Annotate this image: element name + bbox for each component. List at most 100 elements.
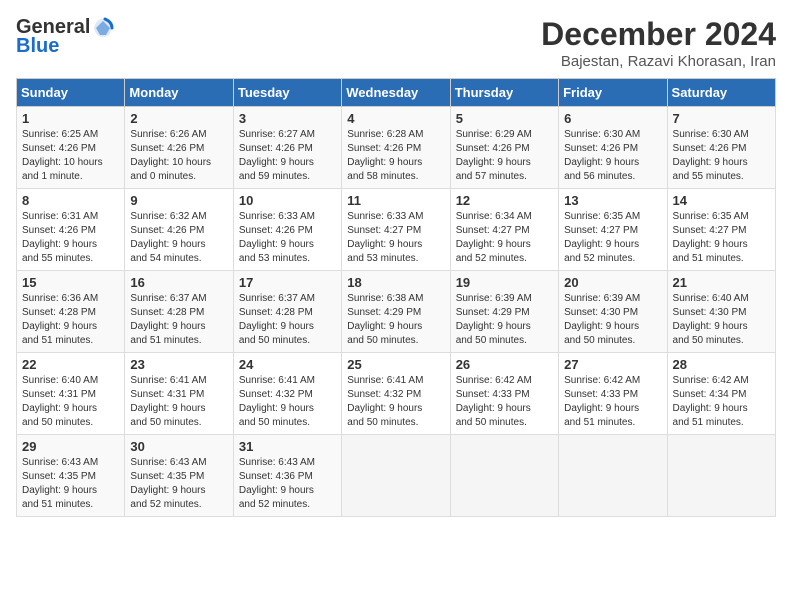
calendar-day-cell: 14 Sunrise: 6:35 AMSunset: 4:27 PMDayligh…	[667, 189, 775, 271]
calendar-week-row: 15 Sunrise: 6:36 AMSunset: 4:28 PMDayligh…	[17, 271, 776, 353]
day-info: Sunrise: 6:40 AMSunset: 4:30 PMDaylight:…	[673, 292, 770, 348]
calendar-day-cell: 17 Sunrise: 6:37 AMSunset: 4:28 PMDayligh…	[233, 271, 341, 353]
day-info: Sunrise: 6:41 AMSunset: 4:31 PMDaylight:…	[130, 374, 227, 430]
day-info: Sunrise: 6:43 AMSunset: 4:36 PMDaylight:…	[239, 456, 336, 512]
day-number: 8	[22, 193, 119, 208]
calendar-day-cell: 20Sunrise: 6:39 AMSunset: 4:30 PMDayligh…	[559, 271, 667, 353]
calendar-day-cell: 23 Sunrise: 6:41 AMSunset: 4:31 PMDayligh…	[125, 353, 233, 435]
day-info: Sunrise: 6:31 AMSunset: 4:26 PMDaylight:…	[22, 210, 119, 266]
day-info: Sunrise: 6:26 AMSunset: 4:26 PMDaylight:…	[130, 128, 227, 184]
day-info: Sunrise: 6:28 AMSunset: 4:26 PMDaylight:…	[347, 128, 444, 184]
day-number: 28	[673, 357, 770, 372]
day-info: Sunrise: 6:41 AMSunset: 4:32 PMDaylight:…	[347, 374, 444, 430]
day-number: 29	[22, 439, 119, 454]
day-number: 7	[673, 111, 770, 126]
day-info: Sunrise: 6:41 AMSunset: 4:32 PMDaylight:…	[239, 374, 336, 430]
day-number: 21	[673, 275, 770, 290]
day-info: Sunrise: 6:38 AMSunset: 4:29 PMDaylight:…	[347, 292, 444, 348]
day-of-week-header: Tuesday	[233, 79, 341, 107]
location-subtitle: Bajestan, Razavi Khorasan, Iran	[541, 53, 776, 70]
day-number: 5	[456, 111, 553, 126]
day-of-week-header: Thursday	[450, 79, 558, 107]
calendar-day-cell	[342, 435, 450, 517]
day-number: 25	[347, 357, 444, 372]
calendar-day-cell: 18 Sunrise: 6:38 AMSunset: 4:29 PMDayligh…	[342, 271, 450, 353]
calendar-day-cell	[450, 435, 558, 517]
calendar-day-cell: 2 Sunrise: 6:26 AMSunset: 4:26 PMDaylight…	[125, 107, 233, 189]
day-info: Sunrise: 6:42 AMSunset: 4:34 PMDaylight:…	[673, 374, 770, 430]
day-of-week-header: Saturday	[667, 79, 775, 107]
day-info: Sunrise: 6:25 AMSunset: 4:26 PMDaylight:…	[22, 128, 119, 184]
day-number: 15	[22, 275, 119, 290]
calendar-day-cell: 25 Sunrise: 6:41 AMSunset: 4:32 PMDayligh…	[342, 353, 450, 435]
day-number: 16	[130, 275, 227, 290]
day-number: 11	[347, 193, 444, 208]
calendar-header-row: SundayMondayTuesdayWednesdayThursdayFrid…	[17, 79, 776, 107]
day-number: 27	[564, 357, 661, 372]
calendar-day-cell: 6 Sunrise: 6:30 AMSunset: 4:26 PMDaylight…	[559, 107, 667, 189]
calendar-day-cell: 19Sunrise: 6:39 AMSunset: 4:29 PMDayligh…	[450, 271, 558, 353]
day-number: 10	[239, 193, 336, 208]
calendar-table: SundayMondayTuesdayWednesdayThursdayFrid…	[16, 78, 776, 517]
day-info: Sunrise: 6:30 AMSunset: 4:26 PMDaylight:…	[564, 128, 661, 184]
day-info: Sunrise: 6:37 AMSunset: 4:28 PMDaylight:…	[239, 292, 336, 348]
calendar-week-row: 1 Sunrise: 6:25 AMSunset: 4:26 PMDaylight…	[17, 107, 776, 189]
day-info: Sunrise: 6:33 AMSunset: 4:26 PMDaylight:…	[239, 210, 336, 266]
calendar-day-cell: 24Sunrise: 6:41 AMSunset: 4:32 PMDayligh…	[233, 353, 341, 435]
day-info: Sunrise: 6:32 AMSunset: 4:26 PMDaylight:…	[130, 210, 227, 266]
day-number: 3	[239, 111, 336, 126]
logo-icon	[92, 17, 114, 39]
day-info: Sunrise: 6:30 AMSunset: 4:26 PMDaylight:…	[673, 128, 770, 184]
calendar-day-cell: 1 Sunrise: 6:25 AMSunset: 4:26 PMDaylight…	[17, 107, 125, 189]
day-number: 31	[239, 439, 336, 454]
day-number: 17	[239, 275, 336, 290]
calendar-week-row: 8 Sunrise: 6:31 AMSunset: 4:26 PMDaylight…	[17, 189, 776, 271]
calendar-day-cell: 10 Sunrise: 6:33 AMSunset: 4:26 PMDayligh…	[233, 189, 341, 271]
month-title: December 2024	[541, 16, 776, 53]
calendar-day-cell: 7 Sunrise: 6:30 AMSunset: 4:26 PMDaylight…	[667, 107, 775, 189]
calendar-day-cell: 13Sunrise: 6:35 AMSunset: 4:27 PMDayligh…	[559, 189, 667, 271]
logo-blue: Blue	[16, 35, 59, 58]
day-number: 9	[130, 193, 227, 208]
day-number: 2	[130, 111, 227, 126]
calendar-week-row: 29 Sunrise: 6:43 AMSunset: 4:35 PMDayligh…	[17, 435, 776, 517]
calendar-day-cell: 15 Sunrise: 6:36 AMSunset: 4:28 PMDayligh…	[17, 271, 125, 353]
calendar-day-cell: 27 Sunrise: 6:42 AMSunset: 4:33 PMDayligh…	[559, 353, 667, 435]
day-number: 12	[456, 193, 553, 208]
day-info: Sunrise: 6:36 AMSunset: 4:28 PMDaylight:…	[22, 292, 119, 348]
calendar-day-cell: 4Sunrise: 6:28 AMSunset: 4:26 PMDaylight…	[342, 107, 450, 189]
calendar-week-row: 22Sunrise: 6:40 AMSunset: 4:31 PMDayligh…	[17, 353, 776, 435]
title-block: December 2024 Bajestan, Razavi Khorasan,…	[541, 16, 776, 70]
calendar-day-cell: 29Sunrise: 6:43 AMSunset: 4:35 PMDayligh…	[17, 435, 125, 517]
day-info: Sunrise: 6:27 AMSunset: 4:26 PMDaylight:…	[239, 128, 336, 184]
day-info: Sunrise: 6:37 AMSunset: 4:28 PMDaylight:…	[130, 292, 227, 348]
calendar-day-cell: 3 Sunrise: 6:27 AMSunset: 4:26 PMDaylight…	[233, 107, 341, 189]
day-number: 30	[130, 439, 227, 454]
calendar-day-cell: 9 Sunrise: 6:32 AMSunset: 4:26 PMDaylight…	[125, 189, 233, 271]
day-info: Sunrise: 6:33 AMSunset: 4:27 PMDaylight:…	[347, 210, 444, 266]
day-info: Sunrise: 6:29 AMSunset: 4:26 PMDaylight:…	[456, 128, 553, 184]
day-info: Sunrise: 6:42 AMSunset: 4:33 PMDaylight:…	[564, 374, 661, 430]
calendar-day-cell: 22Sunrise: 6:40 AMSunset: 4:31 PMDayligh…	[17, 353, 125, 435]
day-number: 23	[130, 357, 227, 372]
calendar-day-cell: 28 Sunrise: 6:42 AMSunset: 4:34 PMDayligh…	[667, 353, 775, 435]
day-number: 6	[564, 111, 661, 126]
calendar-day-cell	[559, 435, 667, 517]
day-number: 18	[347, 275, 444, 290]
day-number: 14	[673, 193, 770, 208]
calendar-day-cell: 21 Sunrise: 6:40 AMSunset: 4:30 PMDayligh…	[667, 271, 775, 353]
calendar-day-cell: 8 Sunrise: 6:31 AMSunset: 4:26 PMDaylight…	[17, 189, 125, 271]
day-info: Sunrise: 6:43 AMSunset: 4:35 PMDaylight:…	[130, 456, 227, 512]
day-info: Sunrise: 6:39 AMSunset: 4:29 PMDaylight:…	[456, 292, 553, 348]
day-number: 1	[22, 111, 119, 126]
calendar-day-cell: 12Sunrise: 6:34 AMSunset: 4:27 PMDayligh…	[450, 189, 558, 271]
calendar-day-cell: 16 Sunrise: 6:37 AMSunset: 4:28 PMDayligh…	[125, 271, 233, 353]
day-number: 20	[564, 275, 661, 290]
calendar-day-cell: 31 Sunrise: 6:43 AMSunset: 4:36 PMDayligh…	[233, 435, 341, 517]
calendar-day-cell: 11 Sunrise: 6:33 AMSunset: 4:27 PMDayligh…	[342, 189, 450, 271]
day-of-week-header: Wednesday	[342, 79, 450, 107]
day-of-week-header: Sunday	[17, 79, 125, 107]
day-number: 22	[22, 357, 119, 372]
day-info: Sunrise: 6:35 AMSunset: 4:27 PMDaylight:…	[673, 210, 770, 266]
day-number: 13	[564, 193, 661, 208]
